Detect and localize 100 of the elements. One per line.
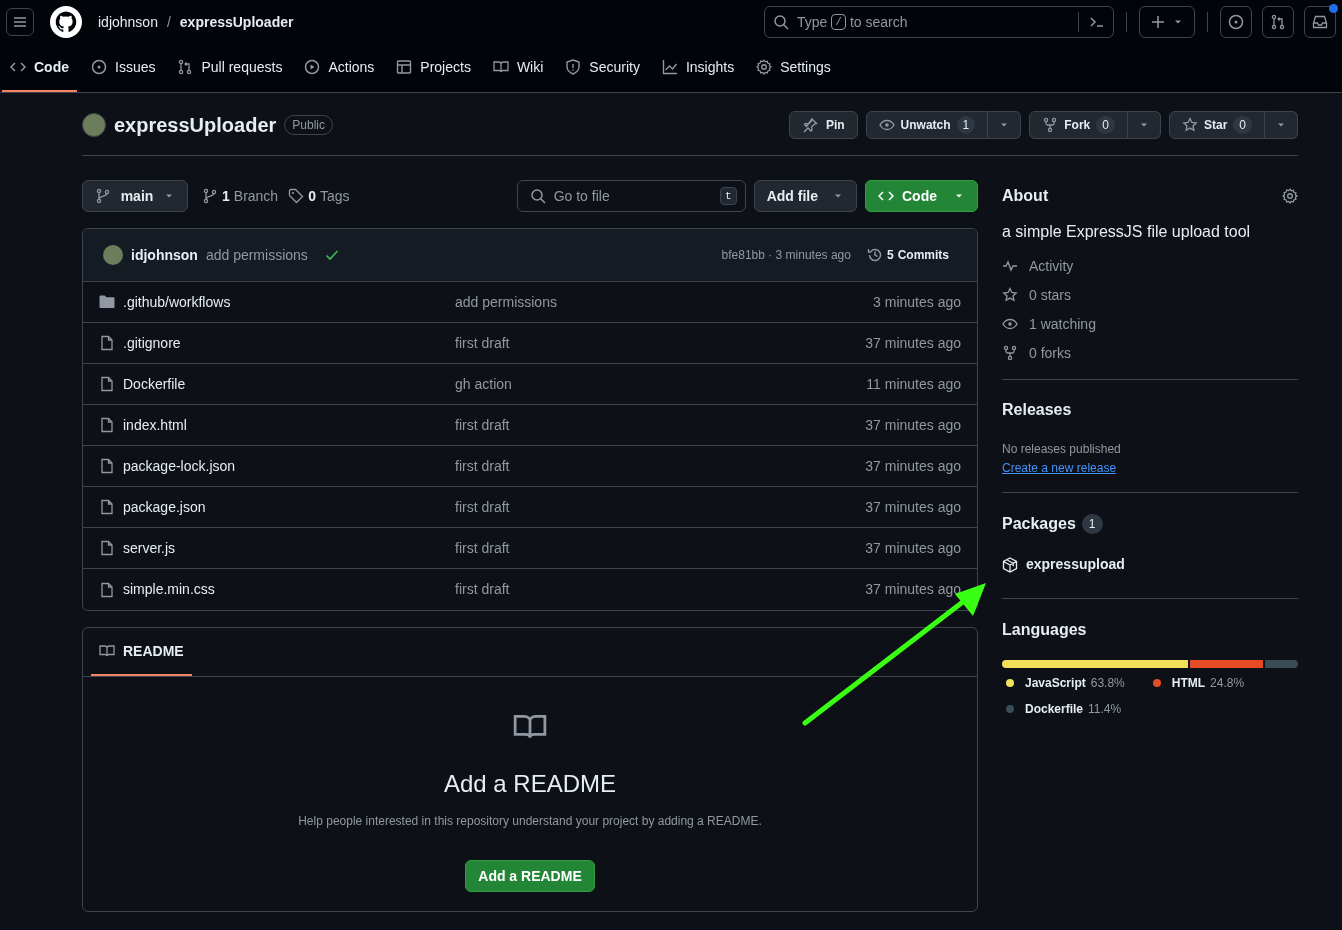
file-name-link[interactable]: simple.min.css [123, 581, 215, 597]
file-name-link[interactable]: server.js [123, 539, 176, 556]
create-button[interactable] [1139, 6, 1195, 38]
search-icon [529, 188, 546, 204]
star-button[interactable]: Star 0 [1168, 110, 1265, 139]
settings-icon [756, 59, 773, 75]
branch-icon [202, 188, 218, 204]
fork-button[interactable]: Fork 0 [1029, 110, 1128, 139]
owner-link[interactable]: idjohnson [98, 11, 158, 33]
search-field[interactable]: Type / to search [764, 6, 1114, 38]
add-file-button[interactable]: Add file [753, 180, 857, 212]
code-button[interactable]: Code [865, 180, 978, 212]
book-icon [99, 643, 115, 659]
stat-link[interactable]: 0 stars [1002, 287, 1298, 303]
breadcrumb-separator: / [166, 12, 171, 32]
nav-tab[interactable]: Settings [748, 44, 839, 92]
file-icon [99, 376, 115, 392]
tag-label: Tags [319, 186, 350, 206]
empty-text: No releases published [1002, 441, 1122, 458]
nav-tab[interactable]: Pull requests [169, 44, 291, 92]
watch-button[interactable]: Unwatch 1 [865, 110, 989, 139]
button-label: Star [1203, 116, 1228, 134]
fork-icon [1042, 116, 1059, 133]
plus-icon [1150, 14, 1166, 30]
commit-time: 37 minutes ago [865, 538, 961, 558]
empty-state-text: Help people interested in this repository understand your project by adding a README. [298, 813, 762, 830]
settings-button[interactable] [1282, 188, 1298, 204]
commit-time: 37 minutes ago [865, 456, 961, 476]
commit-message[interactable]: add permissions [205, 244, 308, 266]
repo-description: a simple ExpressJS file upload tool [1002, 222, 1252, 242]
file-name-link[interactable]: .github/workflows [123, 293, 231, 310]
nav-tab[interactable]: Actions [296, 44, 383, 92]
shortcut-key: t [720, 187, 737, 205]
commit-message-link[interactable]: first draft [455, 457, 510, 474]
commit-message-link[interactable]: first draft [455, 416, 510, 433]
add-readme-button[interactable]: Add a README [465, 860, 595, 892]
pin-button[interactable]: Pin [788, 110, 858, 139]
folder-icon [99, 294, 115, 310]
search-icon [773, 14, 789, 30]
count-badge: 1 [956, 115, 976, 134]
eye-icon [1002, 316, 1018, 332]
stat-link[interactable]: Activity [1002, 258, 1298, 274]
package-icon [1002, 556, 1018, 573]
commits-link[interactable]: 5 Commits [866, 246, 949, 264]
field-placeholder: Go to file [553, 186, 611, 206]
search-placeholder: to search [849, 12, 908, 32]
commit-message-link[interactable]: first draft [455, 539, 510, 556]
stat-link[interactable]: 1 watching [1002, 316, 1298, 332]
issues-button[interactable] [1220, 6, 1252, 38]
commit-time: 37 minutes ago [865, 497, 961, 517]
commit-count: 5 [886, 247, 894, 264]
nav-tab[interactable]: Projects [388, 44, 479, 92]
file-icon [99, 458, 115, 474]
commit-message-link[interactable]: first draft [455, 498, 510, 515]
commit-time: 37 minutes ago [865, 580, 961, 599]
file-name-link[interactable]: package.json [123, 498, 206, 515]
search-placeholder: Type [797, 12, 828, 32]
language-name[interactable]: HTML [1171, 674, 1206, 692]
commit-label: Commits [897, 247, 949, 264]
settings-icon [1282, 188, 1298, 204]
nav-tab[interactable]: Code [2, 44, 77, 92]
nav-tab[interactable]: Insights [653, 44, 743, 92]
inbox-button[interactable] [1304, 6, 1336, 38]
package-link[interactable]: expressupload [1002, 554, 1298, 575]
file-name-link[interactable]: package-lock.json [123, 457, 236, 474]
nav-tab[interactable]: Issues [83, 44, 164, 92]
file-name-link[interactable]: Dockerfile [123, 375, 186, 392]
create-release-link[interactable]: Create a new release [1002, 459, 1117, 477]
commit-message-link[interactable]: first draft [455, 334, 510, 351]
section-heading: Releases [1002, 400, 1073, 420]
language-name[interactable]: JavaScript [1025, 674, 1086, 692]
commit-message-link[interactable]: add permissions [455, 293, 557, 310]
button-label: Fork [1064, 116, 1091, 134]
tags-link[interactable]: 0 Tags [288, 185, 350, 207]
nav-tab[interactable]: Wiki [484, 44, 552, 92]
repo-title[interactable]: expressUploader [114, 109, 277, 140]
language-percent: 63.8% [1090, 675, 1125, 692]
branch-button[interactable]: main [82, 180, 188, 212]
menu-button[interactable] [6, 8, 34, 36]
pull-requests-button[interactable] [1262, 6, 1294, 38]
commit-time: 3 minutes ago [873, 292, 961, 312]
commit-message-link[interactable]: first draft [455, 581, 510, 597]
nav-tab[interactable]: Security [557, 44, 648, 92]
branches-link[interactable]: 1 Branch [202, 185, 279, 207]
language-name[interactable]: Dockerfile [1025, 700, 1084, 718]
table-icon [396, 59, 413, 75]
file-name-link[interactable]: index.html [123, 416, 187, 433]
file-name-link[interactable]: .gitignore [123, 334, 181, 351]
star-icon [1181, 116, 1198, 133]
pulse-icon [1002, 258, 1018, 274]
stat-link[interactable]: 0 forks [1002, 345, 1298, 361]
logo-icon[interactable] [50, 6, 82, 38]
repo-link[interactable]: expressUploader [179, 11, 294, 33]
go-to-file-field[interactable]: Go to file t [516, 180, 746, 212]
author-link[interactable]: idjohnson [131, 244, 198, 266]
play-icon [304, 59, 321, 75]
readme-tab[interactable]: README [91, 628, 192, 676]
commit-message-link[interactable]: gh action [455, 375, 512, 392]
issue-icon [1228, 14, 1244, 30]
language-percent: 11.4% [1088, 701, 1122, 718]
